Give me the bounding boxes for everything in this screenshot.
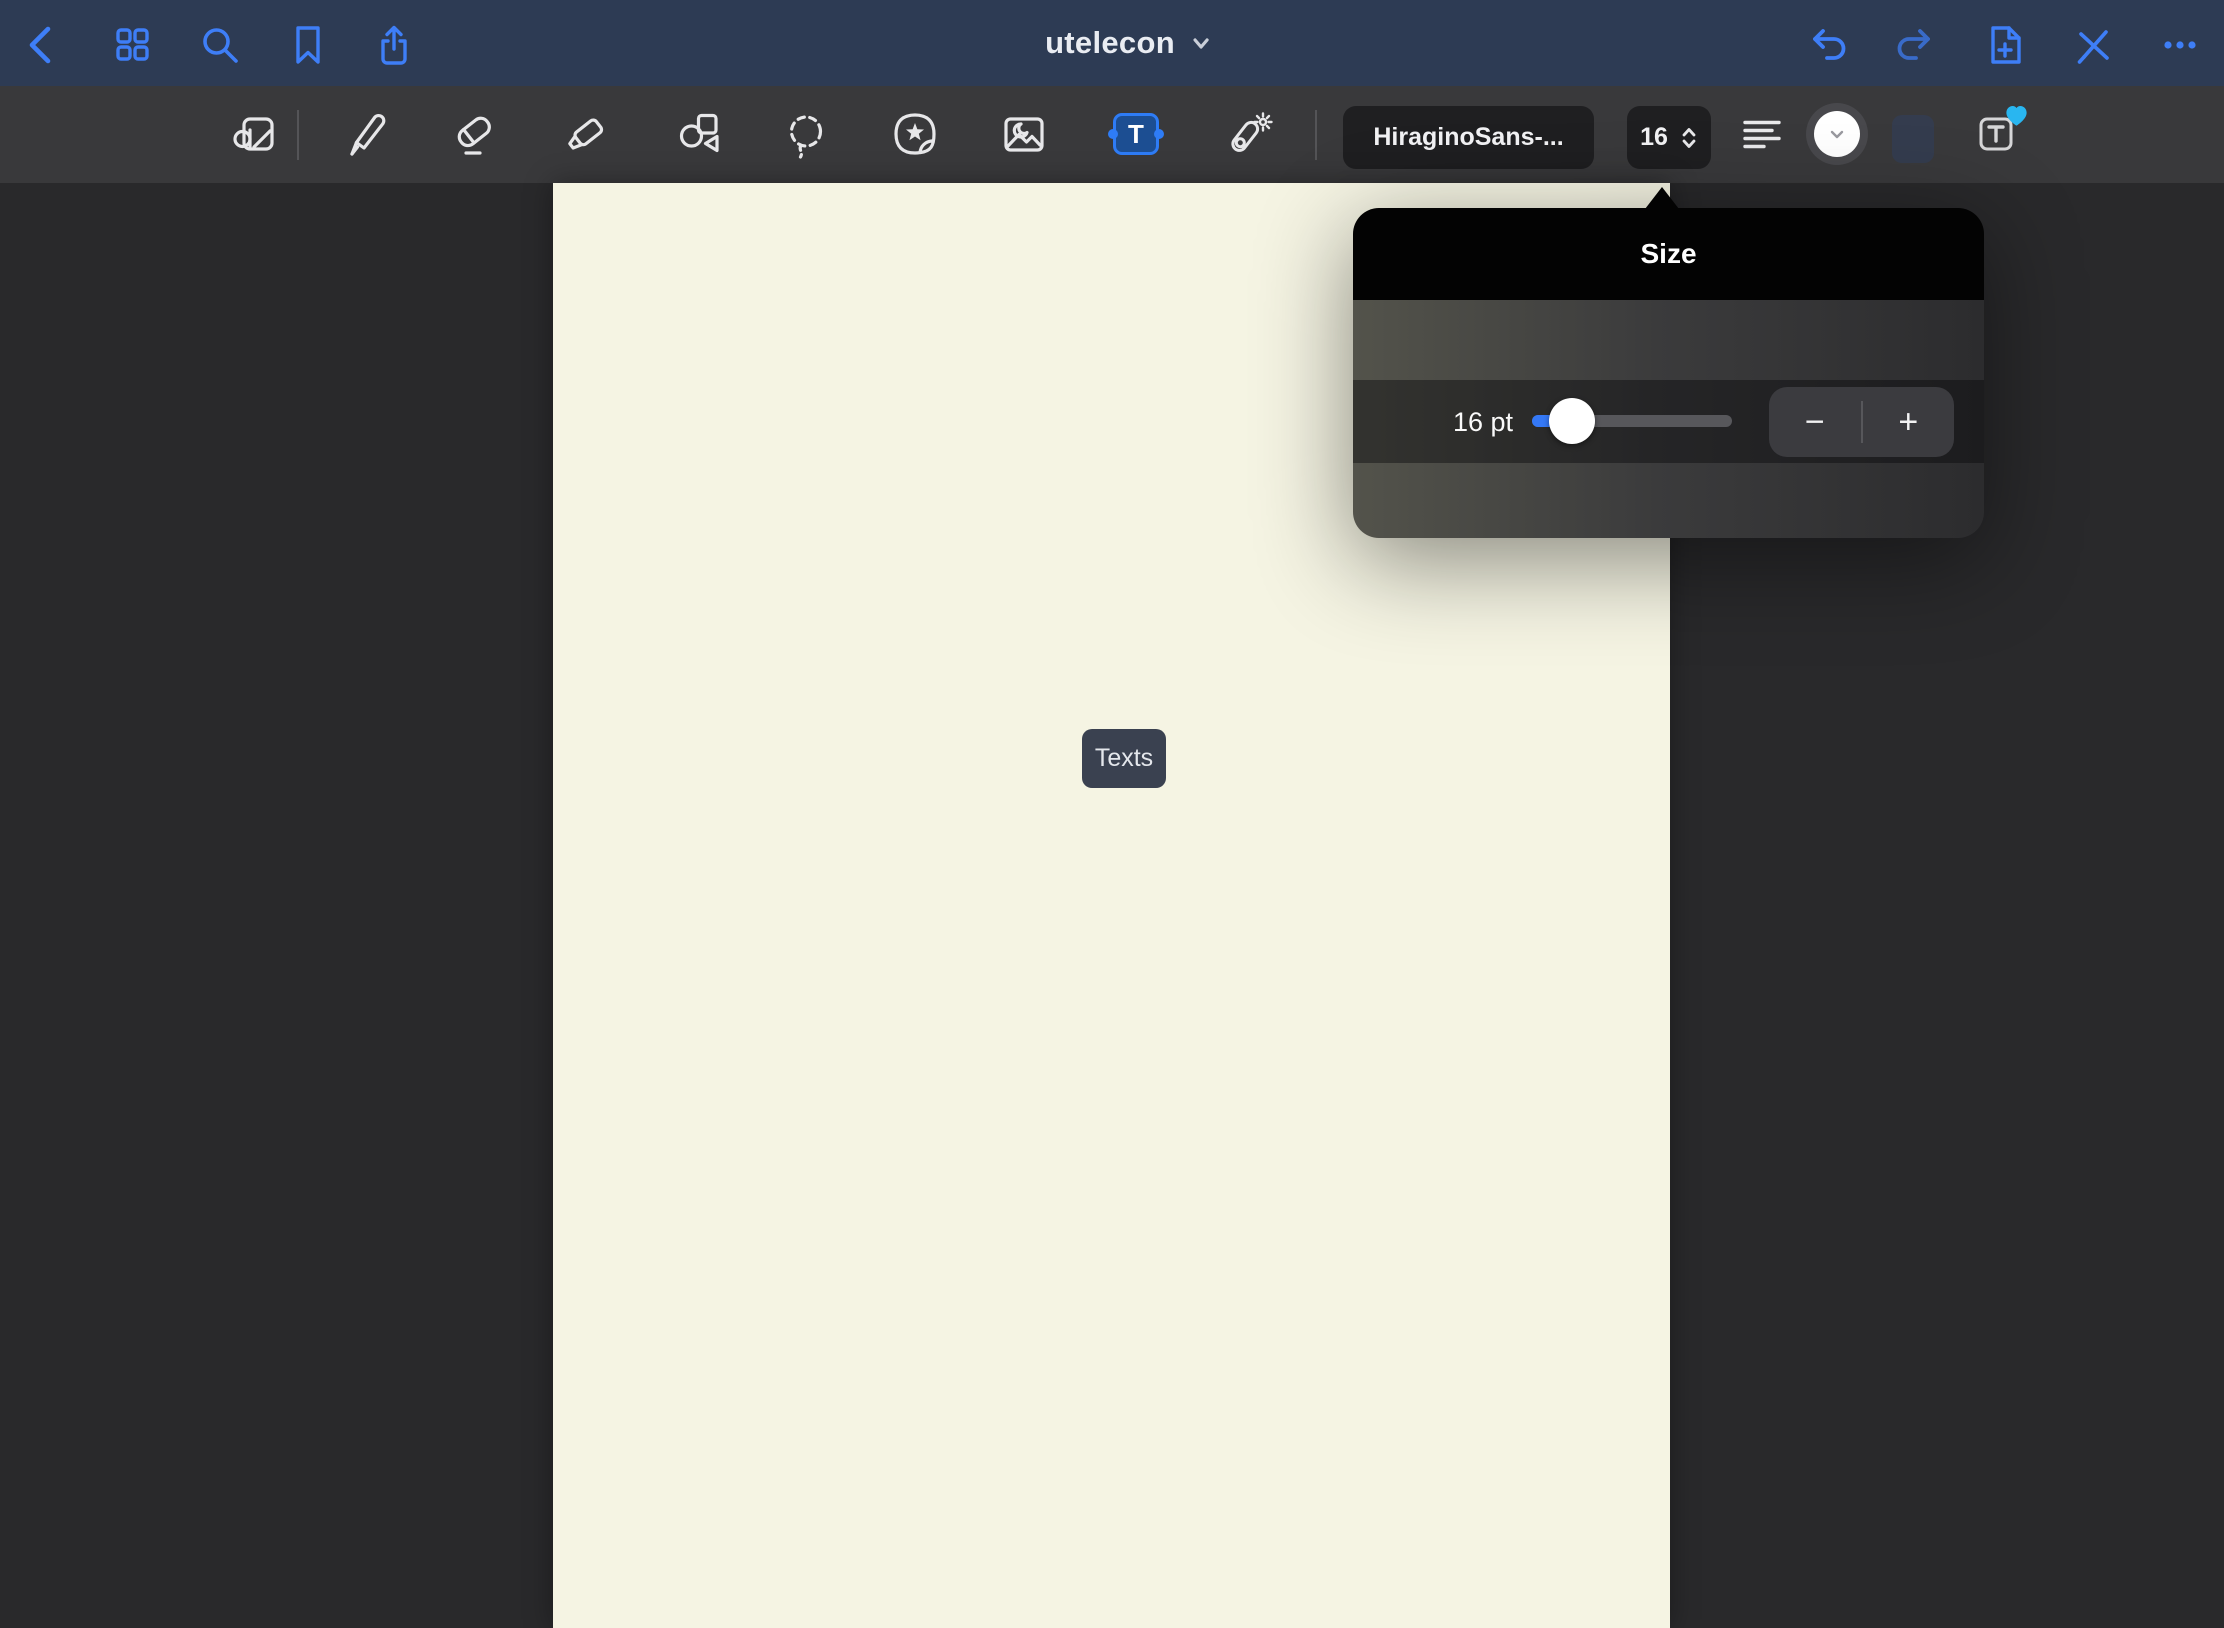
popover-header: Size — [1353, 208, 1984, 300]
grid-view-icon — [108, 21, 156, 69]
text-align-button[interactable] — [1734, 106, 1790, 162]
heart-icon — [2003, 102, 2030, 129]
back-button[interactable] — [19, 21, 67, 69]
bookmark-button[interactable] — [284, 21, 332, 69]
size-value-label: 16 pt — [1373, 407, 1513, 438]
text-tool-selected[interactable]: T — [1113, 113, 1159, 155]
font-size-button[interactable]: 16 — [1627, 106, 1711, 169]
top-navigation-bar: utelecon — [0, 0, 2224, 86]
lasso-tool[interactable] — [778, 106, 834, 162]
tools-toolbar: T HiraginoSans-... 16 — [0, 86, 2224, 183]
elements-star-icon — [887, 106, 943, 162]
text-color-swatch — [1814, 111, 1860, 157]
font-family-button[interactable]: HiraginoSans-... — [1343, 106, 1594, 169]
add-page-icon — [1980, 21, 2028, 69]
document-mode-icon — [228, 106, 284, 162]
text-object-label: Texts — [1095, 744, 1153, 773]
text-tool-glyph: T — [1128, 119, 1144, 150]
bookmark-icon — [284, 21, 332, 69]
add-page-button[interactable] — [1980, 21, 2028, 69]
laser-pointer-tool[interactable] — [1220, 106, 1276, 162]
laser-pointer-icon — [1220, 106, 1276, 162]
search-icon — [196, 21, 244, 69]
chevron-up-down-icon — [1680, 124, 1698, 152]
popover-title: Size — [1640, 238, 1696, 270]
notes-app-window: utelecon — [0, 0, 2224, 1628]
selection-handle-left — [1108, 129, 1118, 139]
more-icon — [2156, 21, 2204, 69]
font-family-label: HiraginoSans-... — [1373, 123, 1563, 152]
image-tool[interactable] — [996, 106, 1052, 162]
back-icon — [19, 21, 67, 69]
size-stepper: − + — [1769, 387, 1954, 457]
size-decrease-button[interactable]: − — [1769, 387, 1861, 457]
pen-icon — [338, 106, 394, 162]
favorite-text-style-button[interactable] — [1972, 106, 2028, 162]
shapes-icon — [672, 106, 728, 162]
pen-tool[interactable] — [338, 106, 394, 162]
redo-icon — [1891, 21, 1939, 69]
share-button[interactable] — [370, 21, 418, 69]
text-align-icon — [1734, 106, 1790, 162]
eraser-icon — [447, 106, 503, 162]
toolbar-divider — [297, 110, 299, 160]
highlighter-tool[interactable] — [559, 106, 615, 162]
stylus-cross-icon — [2068, 21, 2116, 69]
share-icon — [370, 21, 418, 69]
font-size-value: 16 — [1640, 123, 1668, 152]
stylus-mode-button[interactable] — [2068, 21, 2116, 69]
shapes-tool[interactable] — [672, 106, 728, 162]
lasso-icon — [778, 106, 834, 162]
redo-button[interactable] — [1891, 21, 1939, 69]
image-icon — [996, 106, 1052, 162]
document-title: utelecon — [1045, 25, 1175, 61]
size-increase-button[interactable]: + — [1863, 387, 1955, 457]
popover-card: Size 16 pt − + — [1353, 208, 1984, 538]
document-mode-tool[interactable] — [228, 106, 284, 162]
highlighter-icon — [559, 106, 615, 162]
undo-icon — [1804, 21, 1852, 69]
toolbar-divider — [1315, 110, 1317, 160]
eraser-tool[interactable] — [447, 106, 503, 162]
size-slider-thumb[interactable] — [1549, 398, 1595, 444]
undo-button[interactable] — [1804, 21, 1852, 69]
chevron-down-icon — [1189, 31, 1213, 55]
more-button[interactable] — [2156, 21, 2204, 69]
selection-handle-right — [1154, 129, 1164, 139]
text-object[interactable]: Texts — [1082, 729, 1166, 788]
search-button[interactable] — [196, 21, 244, 69]
text-color-button[interactable] — [1806, 103, 1868, 165]
font-size-popover: Size 16 pt − + — [1353, 208, 1984, 538]
thumbnails-button[interactable] — [108, 21, 156, 69]
elements-tool[interactable] — [887, 106, 943, 162]
document-title-menu[interactable]: utelecon — [1045, 0, 1213, 86]
dimmed-style-button[interactable] — [1892, 115, 1934, 163]
